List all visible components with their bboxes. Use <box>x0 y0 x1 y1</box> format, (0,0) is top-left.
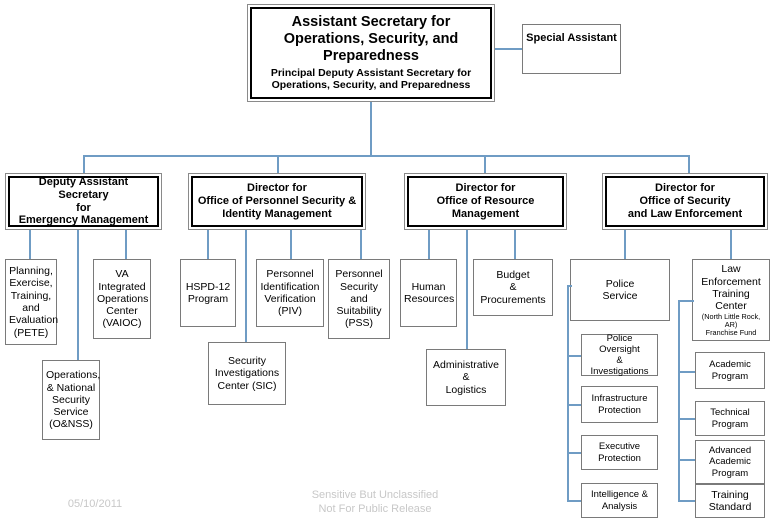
node-label: VA Integrated Operations Center (VAIOC) <box>97 268 149 330</box>
connector-drop-ps-3 <box>360 230 362 259</box>
node-label: Academic Program <box>709 359 751 382</box>
connector-stub-letc <box>678 300 694 302</box>
footer-classification: Sensitive But Unclassified Not For Publi… <box>311 489 439 515</box>
connector-stub-advanced-academic-program <box>678 459 696 461</box>
node-label: Police Service <box>602 277 638 302</box>
connector-stub-technical-program <box>678 418 696 420</box>
node-label: Personnel Identification Verification (P… <box>260 268 320 318</box>
connector-bus-directorates <box>83 155 689 157</box>
connector-stub-intelligence-analysis <box>567 500 582 502</box>
directorate-label: Director for Office of Resource Manageme… <box>407 176 564 227</box>
node-label: Personnel Security and Suitability (PSS) <box>335 268 383 330</box>
node-label: Training Standard <box>708 488 752 513</box>
connector-drop-directorate-1 <box>277 155 279 174</box>
node-director-office-of-resource-management[interactable]: Director for Office of Resource Manageme… <box>404 173 567 230</box>
node-hspd-12-program[interactable]: HSPD-12 Program <box>180 259 236 327</box>
node-label: Advanced Academic Program <box>708 445 752 479</box>
connector-drop-sle-letc <box>730 230 732 259</box>
connector-bus-police-subunits <box>567 285 569 500</box>
connector-drop-rm-0 <box>428 230 430 259</box>
node-label: Security Investigations Center (SIC) <box>214 355 280 392</box>
node-law-enforcement-training-center[interactable]: Law Enforcement Training Center (North L… <box>692 259 770 341</box>
connector-stub-academic-program <box>678 371 696 373</box>
node-label: Budget & Procurements <box>480 269 546 306</box>
directorate-label: Deputy Assistant Secretary for Emergency… <box>8 176 159 227</box>
connector-drop-em-2 <box>125 230 127 259</box>
letc-detail: (North Little Rock, AR) Franchise Fund <box>701 311 761 337</box>
connector-drop-rm-1 <box>466 230 468 349</box>
directorate-label: Director for Office of Personnel Securit… <box>191 176 363 227</box>
org-chart: Assistant Secretary for Operations, Secu… <box>0 0 772 520</box>
footer-date: 05/10/2011 <box>67 498 123 510</box>
node-infrastructure-protection[interactable]: Infrastructure Protection <box>581 386 658 423</box>
node-human-resources[interactable]: Human Resources <box>400 259 457 327</box>
node-label: Technical Program <box>710 407 750 430</box>
node-vaioc[interactable]: VA Integrated Operations Center (VAIOC) <box>93 259 151 339</box>
node-director-personnel-security-identity-management[interactable]: Director for Office of Personnel Securit… <box>188 173 366 230</box>
connector-drop-ps-2 <box>290 230 292 259</box>
node-pete[interactable]: Planning, Exercise, Training, and Evalua… <box>5 259 59 345</box>
node-label: Planning, Exercise, Training, and Evalua… <box>9 265 59 339</box>
node-deputy-assistant-secretary-emergency-management[interactable]: Deputy Assistant Secretary for Emergency… <box>5 173 162 230</box>
node-label: HSPD-12 Program <box>185 280 231 305</box>
assistant-secretary-title: Assistant Secretary for Operations, Secu… <box>283 14 459 65</box>
node-security-investigations-center[interactable]: Security Investigations Center (SIC) <box>208 342 286 405</box>
assistant-secretary-subtitle: Principal Deputy Assistant Secretary for… <box>270 67 472 92</box>
connector-stub-infrastructure-protection <box>567 404 582 406</box>
node-technical-program[interactable]: Technical Program <box>695 401 765 436</box>
node-label: Operations, & National Security Service … <box>46 369 101 431</box>
connector-bus-letc-subunits <box>678 300 680 500</box>
node-police-service[interactable]: Police Service <box>570 259 670 321</box>
node-label: Administrative & Logistics <box>433 359 499 396</box>
node-police-oversight-investigations[interactable]: Police Oversight & Investigations <box>581 332 658 378</box>
connector-stub-police-service <box>567 285 572 287</box>
node-label: Police Oversight & Investigations <box>590 332 649 378</box>
connector-stub-police-oversight <box>567 355 582 357</box>
connector-drop-em-1 <box>77 230 79 360</box>
letc-content: Law Enforcement Training Center (North L… <box>693 263 769 336</box>
node-executive-protection[interactable]: Executive Protection <box>581 435 658 470</box>
special-assistant-label: Special Assistant <box>526 32 617 44</box>
node-director-office-of-security-and-law-enforcement[interactable]: Director for Office of Security and Law … <box>602 173 768 230</box>
directorate-label: Director for Office of Security and Law … <box>605 176 765 227</box>
node-label: Human Resources <box>404 280 455 305</box>
connector-drop-sle-police <box>624 230 626 259</box>
node-intelligence-analysis[interactable]: Intelligence & Analysis <box>581 483 658 518</box>
node-personnel-security-and-suitability[interactable]: Personnel Security and Suitability (PSS) <box>328 259 390 339</box>
node-special-assistant[interactable]: Special Assistant <box>522 24 621 74</box>
connector-stub-executive-protection <box>567 452 582 454</box>
node-budget-procurements[interactable]: Budget & Procurements <box>473 259 553 316</box>
connector-trunk-main <box>370 102 372 156</box>
connector-drop-directorate-3 <box>688 155 690 174</box>
node-label: Executive Protection <box>598 441 641 464</box>
node-advanced-academic-program[interactable]: Advanced Academic Program <box>695 440 765 484</box>
connector-stub-training-standard <box>678 500 696 502</box>
connector-drop-ps-1 <box>245 230 247 342</box>
connector-drop-em-0 <box>29 230 31 259</box>
connector-drop-ps-0 <box>207 230 209 259</box>
connector-drop-rm-2 <box>514 230 516 259</box>
node-assistant-secretary[interactable]: Assistant Secretary for Operations, Secu… <box>247 4 495 102</box>
node-administrative-logistics[interactable]: Administrative & Logistics <box>426 349 506 406</box>
connector-special-assistant <box>495 48 523 50</box>
node-academic-program[interactable]: Academic Program <box>695 352 765 389</box>
connector-drop-directorate-0 <box>83 155 85 174</box>
connector-drop-directorate-2 <box>484 155 486 174</box>
node-label: Infrastructure Protection <box>591 393 648 416</box>
node-personnel-identification-verification[interactable]: Personnel Identification Verification (P… <box>256 259 324 327</box>
node-label: Law Enforcement Training Center <box>701 263 761 313</box>
node-label: Intelligence & Analysis <box>590 489 649 512</box>
node-training-standard[interactable]: Training Standard <box>695 484 765 518</box>
node-onss[interactable]: Operations, & National Security Service … <box>42 360 100 440</box>
